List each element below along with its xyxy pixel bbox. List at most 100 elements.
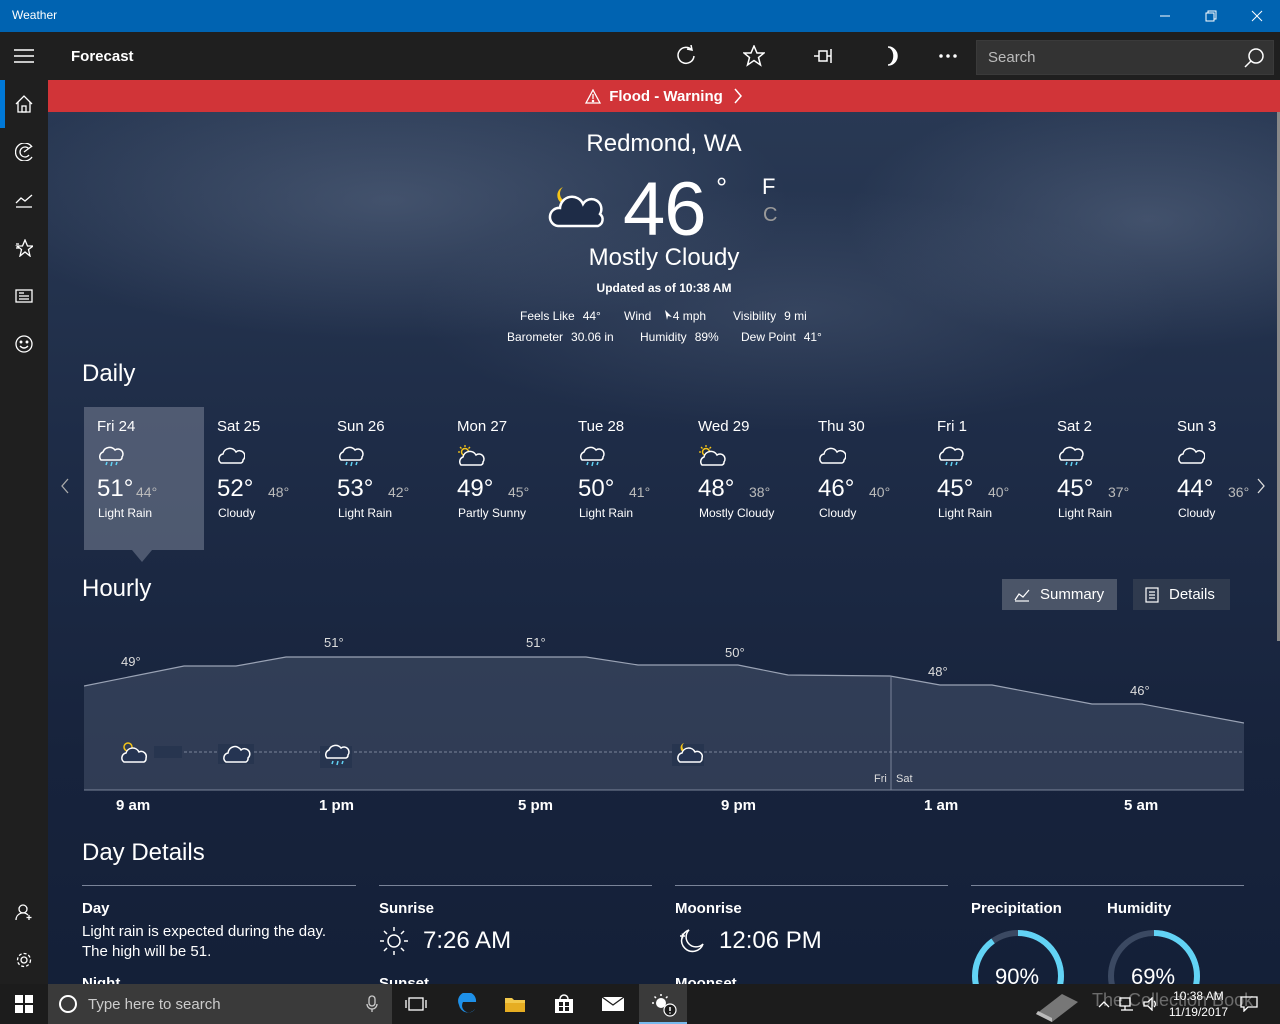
weather-app-taskbar-button[interactable] <box>639 984 687 1024</box>
file-explorer-button[interactable] <box>491 984 539 1024</box>
nav-account[interactable] <box>0 888 48 936</box>
home-icon <box>15 95 33 113</box>
sunrise-icon <box>380 927 408 955</box>
nav-feedback[interactable] <box>0 320 48 368</box>
daily-forecast-day[interactable]: Fri 1 45° 40° Light Rain <box>924 407 1044 550</box>
hamburger-menu-button[interactable] <box>0 32 48 80</box>
taskbar-search[interactable] <box>48 984 392 1024</box>
nav-favorites[interactable] <box>0 224 48 272</box>
details-label: Details <box>1169 586 1215 603</box>
network-button[interactable] <box>1116 984 1138 1024</box>
mail-button[interactable] <box>589 984 637 1024</box>
day-name: Sat 25 <box>217 418 261 435</box>
chevron-left-icon <box>61 478 69 494</box>
notification-icon <box>1240 996 1258 1012</box>
low-temp: 44° <box>136 484 158 500</box>
task-view-button[interactable] <box>392 984 440 1024</box>
chevron-up-icon <box>1098 1001 1110 1008</box>
store-icon <box>555 994 573 1013</box>
search-input[interactable] <box>977 41 1237 74</box>
restore-button[interactable] <box>1188 0 1234 32</box>
nav-historical[interactable] <box>0 176 48 224</box>
summary-button[interactable]: Summary <box>1002 579 1117 610</box>
cloud-icon <box>218 744 254 764</box>
search-button[interactable] <box>1243 47 1265 74</box>
refresh-button[interactable] <box>662 32 710 80</box>
taskbar-search-input[interactable] <box>88 994 358 1014</box>
hour-label: 5 pm <box>518 797 554 814</box>
day-name: Sun 3 <box>1177 418 1217 435</box>
hour-label: 9 pm <box>721 797 757 814</box>
show-hidden-icons-button[interactable] <box>1094 984 1114 1024</box>
flood-warning-banner[interactable]: Flood - Warning <box>48 80 1280 112</box>
nav-news[interactable] <box>0 272 48 320</box>
day-condition: Light Rain <box>338 506 393 520</box>
daily-prev-button[interactable] <box>60 478 70 499</box>
low-temp: 41° <box>629 484 651 500</box>
nav-forecast[interactable] <box>0 80 48 128</box>
visibility-value: 9 mi <box>784 309 807 323</box>
pin-button[interactable] <box>798 32 846 80</box>
rain-icon <box>320 744 352 768</box>
clock-date: 11/19/2017 <box>1168 1005 1228 1019</box>
day-split-sat: Sat <box>896 773 913 785</box>
refresh-icon <box>677 45 695 65</box>
daily-forecast-day[interactable]: Thu 30 46° 40° Cloudy <box>805 407 925 550</box>
action-center-button[interactable] <box>1234 984 1264 1024</box>
title-bar: Weather <box>0 0 1280 32</box>
high-temp: 49° <box>457 475 494 502</box>
partly-sunny-icon <box>457 445 485 474</box>
day-name: Fri 1 <box>937 418 967 435</box>
unit-fahrenheit[interactable]: F <box>762 174 775 200</box>
feels-like-value: 44° <box>582 309 601 323</box>
high-temp: 45° <box>937 475 974 502</box>
search-box[interactable] <box>976 40 1274 75</box>
daily-forecast-day[interactable]: Wed 29 48° 38° Mostly Cloudy <box>685 407 805 550</box>
high-temp: 48° <box>698 475 735 502</box>
daily-forecast-day[interactable]: Sun 26 53° 42° Light Rain <box>324 407 444 550</box>
barometer-label: Barometer <box>507 330 564 344</box>
close-button[interactable] <box>1234 0 1280 32</box>
hamburger-icon <box>14 49 34 63</box>
nav-settings[interactable] <box>0 936 48 984</box>
daily-forecast-day[interactable]: Sat 2 45° 37° Light Rain <box>1044 407 1164 550</box>
nav-maps[interactable] <box>0 128 48 176</box>
minimize-icon <box>1160 15 1170 17</box>
temp-label: 51° <box>324 635 344 650</box>
theme-toggle-button[interactable] <box>866 32 914 80</box>
store-button[interactable] <box>540 984 588 1024</box>
page-title: Forecast <box>71 48 134 65</box>
day-condition: Light Rain <box>938 506 993 520</box>
daily-forecast-day[interactable]: Sun 3 44° 36° Cloudy <box>1164 407 1280 550</box>
task-view-icon <box>405 997 427 1011</box>
wind-value: 4 mph <box>672 309 707 323</box>
sunrise-time: 7:26 AM <box>423 927 512 954</box>
low-temp: 36° <box>1228 484 1250 500</box>
start-button[interactable] <box>0 984 48 1024</box>
low-temp: 37° <box>1108 484 1130 500</box>
daily-forecast-day[interactable]: Tue 28 50° 41° Light Rain <box>565 407 685 550</box>
cloud-moon-icon <box>672 743 704 766</box>
minimize-button[interactable] <box>1142 0 1188 32</box>
document-icon <box>1145 586 1159 603</box>
moon-column <box>675 885 948 886</box>
unit-celsius[interactable]: C <box>763 204 777 227</box>
daily-forecast-day[interactable]: Fri 24 51° 44° Light Rain <box>84 407 204 550</box>
day-split-fri: Fri <box>874 773 887 785</box>
star-icon <box>743 45 765 67</box>
low-temp: 42° <box>388 484 410 500</box>
favorite-button[interactable] <box>730 32 778 80</box>
rain-icon <box>97 445 125 474</box>
daily-forecast-day[interactable]: Mon 27 49° 45° Partly Sunny <box>444 407 564 550</box>
details-button[interactable]: Details <box>1133 579 1230 610</box>
weather-app-icon <box>652 994 677 1017</box>
volume-button[interactable] <box>1140 984 1162 1024</box>
more-options-button[interactable] <box>924 32 972 80</box>
high-temp: 44° <box>1177 475 1214 502</box>
high-temp: 53° <box>337 475 374 502</box>
humidity-detail-value: 69% <box>1131 964 1176 984</box>
system-clock[interactable]: 10:38 AM 11/19/2017 <box>1169 988 1228 1020</box>
clock-time: 10:38 AM <box>1173 989 1224 1003</box>
daily-forecast-day[interactable]: Sat 25 52° 48° Cloudy <box>204 407 324 550</box>
edge-browser-button[interactable] <box>443 984 491 1024</box>
